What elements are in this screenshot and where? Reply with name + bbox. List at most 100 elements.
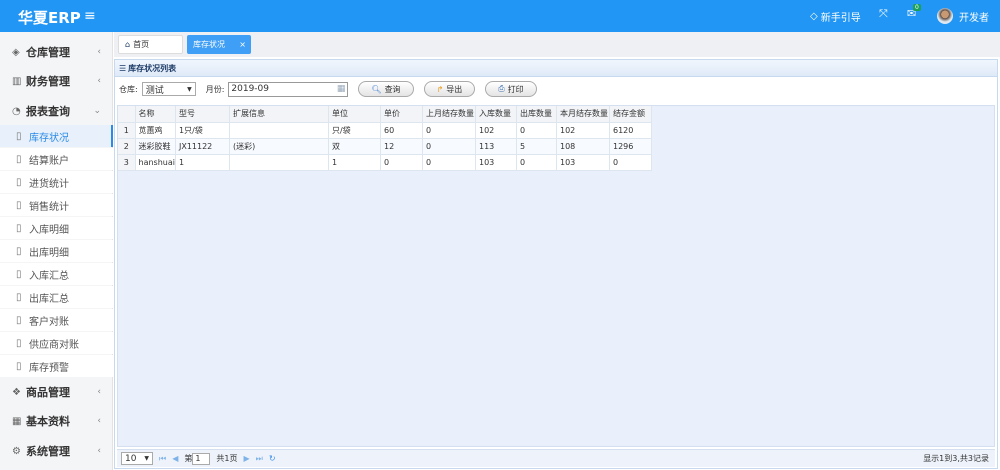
cell: 0 — [516, 154, 557, 171]
column-header[interactable]: 型号 — [175, 106, 230, 123]
group-label: 商品管理 — [26, 386, 70, 399]
sidebar-item-stock-status[interactable]: ▯ 库存状况 — [0, 125, 113, 147]
table-row[interactable]: 1 苋蕙鸡 1只/袋 只/袋 60 0 102 0 102 6120 — [118, 122, 652, 139]
sidebar-item-out-summary[interactable]: ▯ 出库汇总 — [0, 286, 113, 308]
next-page-icon[interactable]: ▶ — [243, 454, 249, 463]
guide-label: 新手引导 — [820, 13, 861, 24]
column-header[interactable]: 入库数量 — [475, 106, 517, 123]
print-label: 打印 — [507, 84, 524, 94]
column-header[interactable]: 结存金额 — [609, 106, 652, 123]
cell: 只/袋 — [328, 122, 381, 139]
user-name: 开发者 — [959, 12, 989, 24]
page-prefix: 第 — [184, 454, 193, 463]
warehouse-value: 测试 — [145, 85, 164, 96]
month-input[interactable]: 2019-09 ▦ — [228, 81, 349, 97]
record-summary: 显示1到3,共3记录 — [923, 454, 989, 463]
grid-icon: ▦ — [12, 415, 22, 427]
print-button[interactable]: ⎙ 打印 — [485, 81, 537, 97]
query-label: 查询 — [384, 84, 401, 94]
first-page-icon[interactable]: ⏮ — [159, 454, 166, 464]
column-header[interactable]: 单位 — [328, 106, 381, 123]
item-label: 库存状况 — [29, 132, 69, 144]
query-button[interactable]: 🔍︎ 查询 — [358, 81, 414, 97]
last-page-icon[interactable]: ⏭ — [256, 454, 263, 464]
list-icon: ☰ — [119, 63, 127, 73]
sidebar-item-in-detail[interactable]: ▯ 入库明细 — [0, 217, 113, 239]
column-header[interactable]: 上月结存数量 — [422, 106, 476, 123]
menu-toggle-icon[interactable]: ≡ — [84, 8, 96, 24]
refresh-icon[interactable]: ↻ — [269, 454, 276, 463]
app-logo: 华夏ERP — [18, 9, 81, 27]
sidebar-item-sales-stats[interactable]: ▯ 销售统计 — [0, 194, 113, 216]
mail-badge: 0 — [913, 4, 921, 11]
cell: 108 — [556, 138, 610, 155]
tab-label: 库存状况 — [193, 40, 225, 49]
doc-icon: ▯ — [16, 314, 22, 326]
chevron-left-icon: ‹ — [97, 446, 101, 456]
sidebar-group-basic-data[interactable]: ▦ 基本资料 ‹ — [0, 407, 113, 435]
diamond-icon: ◇ — [810, 11, 818, 22]
cell: 60 — [380, 122, 423, 139]
column-header[interactable]: 名称 — [135, 106, 176, 123]
sidebar-group-system[interactable]: ⚙ 系统管理 ‹ — [0, 437, 113, 465]
doc-icon: ▯ — [16, 176, 22, 188]
cell: 迷彩胶鞋 — [135, 138, 176, 155]
cube-icon: ❖ — [12, 386, 21, 398]
sidebar-item-stock-alert[interactable]: ▯ 库存预警 — [0, 355, 113, 377]
doc-icon: ▯ — [16, 199, 22, 211]
column-header[interactable]: 扩展信息 — [229, 106, 329, 123]
column-header[interactable]: 单价 — [380, 106, 423, 123]
tab-bar: ⌂ 首页 库存状况 × — [114, 32, 1000, 57]
chevron-left-icon: ‹ — [97, 387, 101, 397]
sidebar-item-customer-reconcile[interactable]: ▯ 客户对账 — [0, 309, 113, 331]
sidebar-item-purchase-stats[interactable]: ▯ 进货统计 — [0, 171, 113, 193]
warehouse-select[interactable]: 测试 ▼ — [141, 82, 196, 96]
sidebar-item-supplier-reconcile[interactable]: ▯ 供应商对账 — [0, 332, 113, 354]
close-icon[interactable]: × — [239, 40, 246, 49]
home-icon: ⌂ — [125, 40, 131, 49]
user-menu[interactable]: 开发者 — [937, 8, 989, 24]
sidebar-item-out-detail[interactable]: ▯ 出库明细 — [0, 240, 113, 262]
page-size-select[interactable]: 10 ▼ — [121, 452, 153, 465]
cell: 1 — [175, 154, 230, 171]
chevron-left-icon: ‹ — [97, 416, 101, 426]
month-label: 月份: — [205, 84, 225, 94]
sidebar-item-in-summary[interactable]: ▯ 入库汇总 — [0, 263, 113, 285]
cell: 1只/袋 — [175, 122, 230, 139]
sidebar-group-finance[interactable]: ▥ 财务管理 ‹ — [0, 67, 113, 95]
cell: 0 — [422, 138, 476, 155]
cell: 103 — [475, 154, 517, 171]
table-row[interactable]: 2 迷彩胶鞋 JX11122 (迷彩) 双 12 0 113 5 108 1296 — [118, 138, 652, 155]
sidebar-item-accounts[interactable]: ▯ 结算账户 — [0, 148, 113, 170]
tab-stock-status[interactable]: 库存状况 × — [187, 35, 251, 54]
export-label: 导出 — [446, 84, 463, 94]
doc-icon: ▯ — [16, 245, 22, 257]
calendar-icon[interactable]: ▦ — [337, 84, 346, 94]
tab-label: 首页 — [133, 40, 150, 49]
sidebar-group-reports[interactable]: ◔ 报表查询 ⌄ — [0, 97, 113, 125]
chevron-down-icon: ⌄ — [93, 106, 101, 116]
group-label: 系统管理 — [26, 445, 70, 458]
prev-page-icon[interactable]: ◀ — [172, 454, 178, 463]
cell: hanshuai — [135, 154, 176, 171]
fullscreen-icon[interactable]: ⤧ — [879, 7, 888, 21]
column-header[interactable]: 出库数量 — [516, 106, 557, 123]
doc-icon: ▯ — [16, 153, 22, 165]
item-label: 出库明细 — [29, 247, 69, 259]
column-header[interactable]: 本月结存数量 — [556, 106, 610, 123]
cell: 2 — [118, 138, 136, 155]
cell: 0 — [516, 122, 557, 139]
sidebar-group-products[interactable]: ❖ 商品管理 ‹ — [0, 378, 113, 406]
doc-icon: ▯ — [16, 268, 22, 280]
guide-link[interactable]: ◇ 新手引导 — [810, 9, 861, 24]
page-input[interactable]: 1 — [192, 452, 211, 465]
tab-home[interactable]: ⌂ 首页 — [118, 35, 183, 54]
panel-title-text: 库存状况列表 — [128, 63, 177, 73]
cell: 5 — [516, 138, 557, 155]
book-icon: ▥ — [12, 75, 22, 87]
export-button[interactable]: ↱ 导出 — [423, 81, 476, 97]
cell: JX11122 — [175, 138, 230, 155]
table-row[interactable]: 3 hanshuai 1 1 0 0 103 0 103 0 — [118, 154, 652, 171]
sidebar-group-warehouse[interactable]: ◈ 仓库管理 ‹ — [0, 38, 113, 66]
group-label: 基本资料 — [26, 415, 70, 428]
